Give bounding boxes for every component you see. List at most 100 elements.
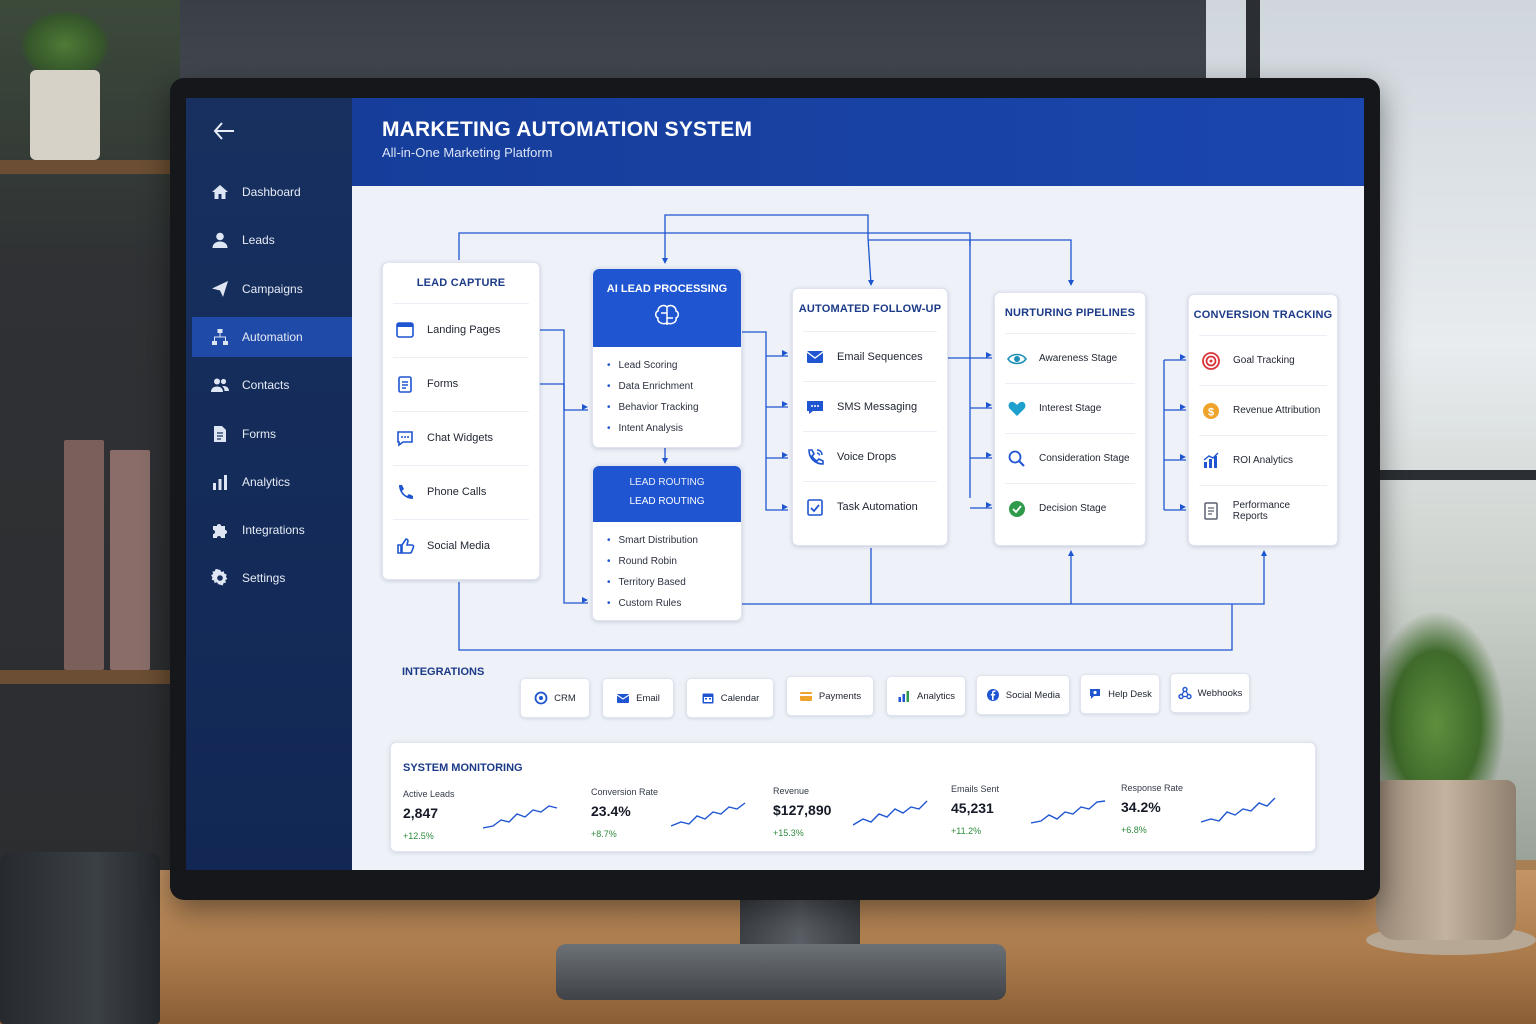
nurturing-item[interactable]: Interest Stage: [1005, 383, 1135, 433]
app-screen: Dashboard Leads Campaigns Automation Contact…: [186, 98, 1364, 870]
chat-icon: [393, 426, 417, 450]
lead-capture-item-label: Forms: [427, 377, 459, 390]
sparkline: [483, 805, 558, 829]
nurturing-item-label: Awareness Stage: [1039, 353, 1118, 364]
webhook-icon: [1177, 686, 1192, 700]
lead-capture-item[interactable]: Phone Calls: [393, 465, 529, 517]
lead-capture-item[interactable]: Chat Widgets: [393, 411, 529, 463]
metric-card[interactable]: Emails Sent 45,231 +11.2%: [951, 784, 1131, 844]
integration-social-media[interactable]: Social Media: [976, 675, 1070, 715]
integration-payments[interactable]: Payments: [786, 676, 874, 716]
analytics-icon: [898, 691, 909, 702]
sparkline: [1201, 797, 1276, 823]
integration-label: Calendar: [720, 692, 760, 704]
ai-processing-item[interactable]: Data Enrichment: [607, 376, 699, 397]
lead-capture-item-label: Social Media: [427, 539, 490, 552]
follow-up-item[interactable]: Email Sequences: [803, 331, 937, 381]
integration-label: Webhooks: [1197, 687, 1243, 699]
follow-up-item[interactable]: Task Automation: [803, 481, 937, 531]
integration-email[interactable]: Email: [602, 678, 674, 718]
brain-icon: [655, 304, 679, 325]
integration-label: Social Media: [1005, 689, 1061, 701]
task-check-icon: [803, 495, 827, 519]
lead-capture-item[interactable]: Landing Pages: [393, 303, 529, 355]
follow-up-item-label: Voice Drops: [837, 450, 897, 463]
sparkline: [1031, 800, 1106, 824]
ai-processing-item[interactable]: Intent Analysis: [607, 418, 699, 439]
conversion-title: CONVERSION TRACKING: [1193, 309, 1333, 321]
integration-analytics[interactable]: Analytics: [886, 676, 966, 716]
plant-pot-decoration: [30, 70, 100, 160]
lead-routing-title-top: LEAD ROUTING: [629, 477, 705, 488]
integration-calendar[interactable]: Calendar: [686, 678, 774, 718]
ai-processing-list: Lead Scoring Data Enrichment Behavior Tr…: [607, 355, 699, 439]
integration-help-desk[interactable]: Help Desk: [1080, 674, 1160, 714]
nurturing-item[interactable]: Consideration Stage: [1005, 433, 1135, 483]
ai-processing-item[interactable]: Lead Scoring: [607, 355, 699, 376]
ai-processing-header: AI LEAD PROCESSING: [593, 269, 741, 347]
follow-up-title: AUTOMATED FOLLOW-UP: [798, 303, 942, 315]
metric-value: 23.4%: [591, 803, 631, 820]
payment-card-icon: [799, 692, 812, 701]
follow-up-item-label: Email Sequences: [837, 350, 923, 363]
metric-change: +6.8%: [1121, 824, 1147, 835]
svg-text:$: $: [1208, 406, 1214, 418]
eye-icon: [1005, 347, 1029, 371]
sparkline: [671, 802, 746, 828]
voice-call-icon: [803, 445, 827, 469]
lead-routing-item[interactable]: Smart Distribution: [607, 530, 698, 551]
conversion-item[interactable]: Goal Tracking: [1199, 335, 1327, 385]
conversion-item-label: Performance Reports: [1232, 499, 1291, 522]
metric-change: +8.7%: [591, 829, 617, 840]
clipboard-icon: [393, 372, 417, 396]
metric-label: Revenue: [773, 785, 810, 796]
check-circle-icon: [1005, 497, 1029, 521]
metric-change: +15.3%: [773, 827, 804, 838]
coffee-mug: [0, 852, 160, 1024]
lead-capture-title: LEAD CAPTURE: [416, 277, 506, 289]
conversion-item[interactable]: Performance Reports: [1199, 485, 1327, 535]
monitoring-title: SYSTEM MONITORING: [403, 762, 523, 774]
sparkline: [853, 800, 928, 826]
integration-crm[interactable]: CRM: [520, 678, 590, 718]
metric-value: 34.2%: [1121, 798, 1161, 815]
lead-capture-item[interactable]: Forms: [393, 357, 529, 409]
lead-capture-item-label: Landing Pages: [427, 323, 501, 336]
nurturing-item[interactable]: Decision Stage: [1005, 483, 1135, 533]
metric-card[interactable]: Conversion Rate 23.4% +8.7%: [591, 787, 771, 847]
conversion-item[interactable]: $ Revenue Attribution: [1199, 385, 1327, 435]
metric-value: $127,890: [773, 801, 832, 818]
metric-card[interactable]: Revenue $127,890 +15.3%: [773, 786, 953, 846]
lead-routing-item[interactable]: Custom Rules: [607, 593, 698, 614]
metric-card[interactable]: Response Rate 34.2% +6.8%: [1121, 783, 1301, 843]
crm-icon: [534, 691, 548, 705]
nurturing-item-label: Interest Stage: [1039, 403, 1102, 414]
sms-icon: [803, 395, 827, 419]
follow-up-item-label: Task Automation: [837, 500, 918, 513]
metric-card[interactable]: Active Leads 2,847 +12.5%: [403, 789, 583, 849]
follow-up-item[interactable]: Voice Drops: [803, 431, 937, 481]
conversion-card: CONVERSION TRACKING Goal Tracking $ Reve…: [1188, 294, 1338, 546]
nurturing-item-label: Decision Stage: [1039, 503, 1107, 514]
metric-label: Response Rate: [1121, 782, 1184, 793]
bar-chart-icon: [1199, 449, 1223, 473]
integration-label: Payments: [818, 690, 862, 702]
search-icon: [1005, 447, 1029, 471]
integrations-title: INTEGRATIONS: [402, 666, 485, 678]
follow-up-item-label: SMS Messaging: [837, 400, 918, 413]
lead-capture-item[interactable]: Social Media: [393, 519, 529, 571]
lead-routing-item[interactable]: Round Robin: [607, 551, 698, 572]
plant-decoration: [1366, 610, 1506, 800]
follow-up-item[interactable]: SMS Messaging: [803, 381, 937, 431]
nurturing-item[interactable]: Awareness Stage: [1005, 333, 1135, 383]
metric-label: Emails Sent: [951, 784, 1000, 795]
metric-value: 45,231: [951, 800, 994, 817]
lead-routing-item[interactable]: Territory Based: [607, 572, 698, 593]
nurturing-card: NURTURING PIPELINES Awareness Stage Inte…: [994, 292, 1146, 546]
integration-label: CRM: [554, 692, 576, 704]
integration-webhooks[interactable]: Webhooks: [1170, 673, 1250, 713]
ai-processing-item[interactable]: Behavior Tracking: [607, 397, 699, 418]
target-icon: [1199, 349, 1223, 373]
lead-routing-title: LEAD ROUTING: [629, 496, 705, 507]
conversion-item[interactable]: ROI Analytics: [1199, 435, 1327, 485]
